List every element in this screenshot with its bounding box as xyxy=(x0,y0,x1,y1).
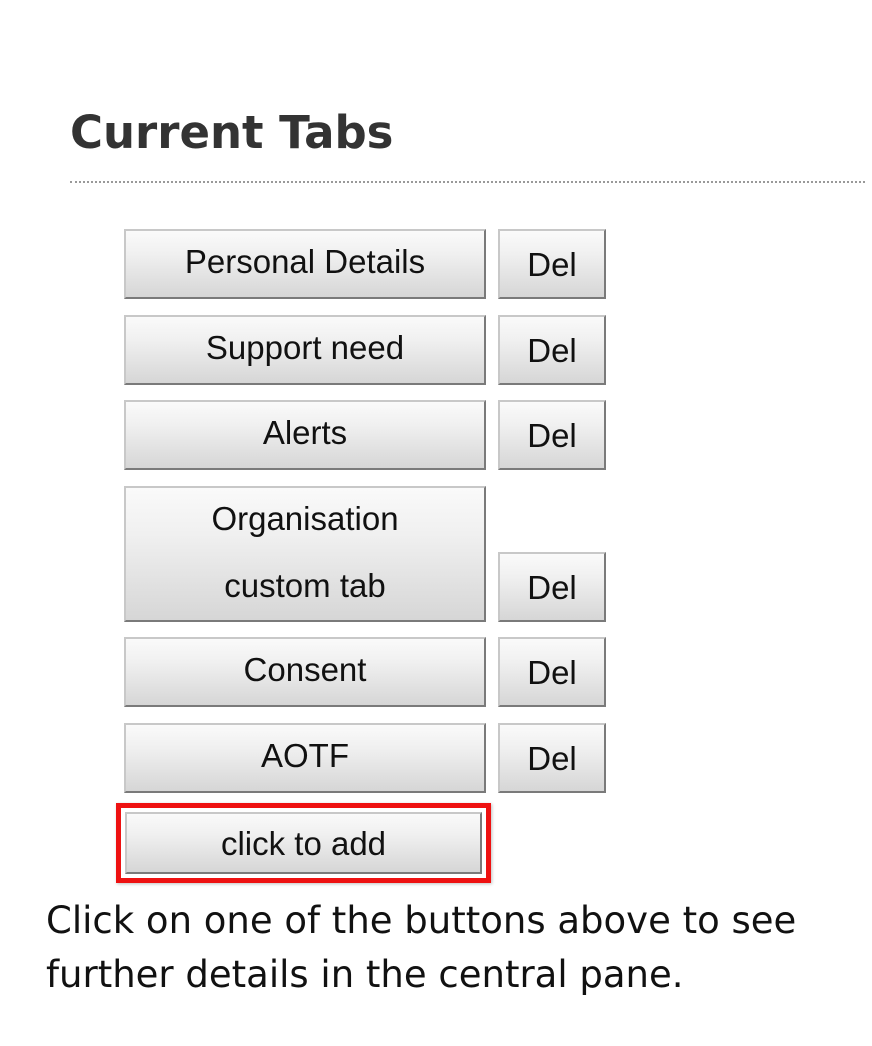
tab-button-personal-details[interactable]: Personal Details xyxy=(124,229,486,299)
delete-button-personal-details[interactable]: Del xyxy=(498,229,606,299)
instructions-text: Click on one of the buttons above to see… xyxy=(46,899,797,996)
tab-button-organisation-custom-tab[interactable]: Organisation custom tab xyxy=(124,486,486,622)
add-tab-button[interactable]: click to add xyxy=(125,812,482,874)
tab-button-consent[interactable]: Consent xyxy=(124,637,486,707)
delete-button-alerts[interactable]: Del xyxy=(498,400,606,470)
delete-button-aotf[interactable]: Del xyxy=(498,723,606,793)
tab-button-alerts[interactable]: Alerts xyxy=(124,400,486,470)
tab-button-aotf[interactable]: AOTF xyxy=(124,723,486,793)
delete-button-consent[interactable]: Del xyxy=(498,637,606,707)
delete-button-organisation-custom-tab[interactable]: Del xyxy=(498,552,606,622)
tab-button-label: Organisation custom tab xyxy=(211,500,399,604)
title-divider xyxy=(70,181,865,183)
page-title: Current Tabs xyxy=(70,106,394,159)
add-button-highlight: click to add xyxy=(116,803,491,883)
delete-button-support-need[interactable]: Del xyxy=(498,315,606,385)
tab-button-support-need[interactable]: Support need xyxy=(124,315,486,385)
